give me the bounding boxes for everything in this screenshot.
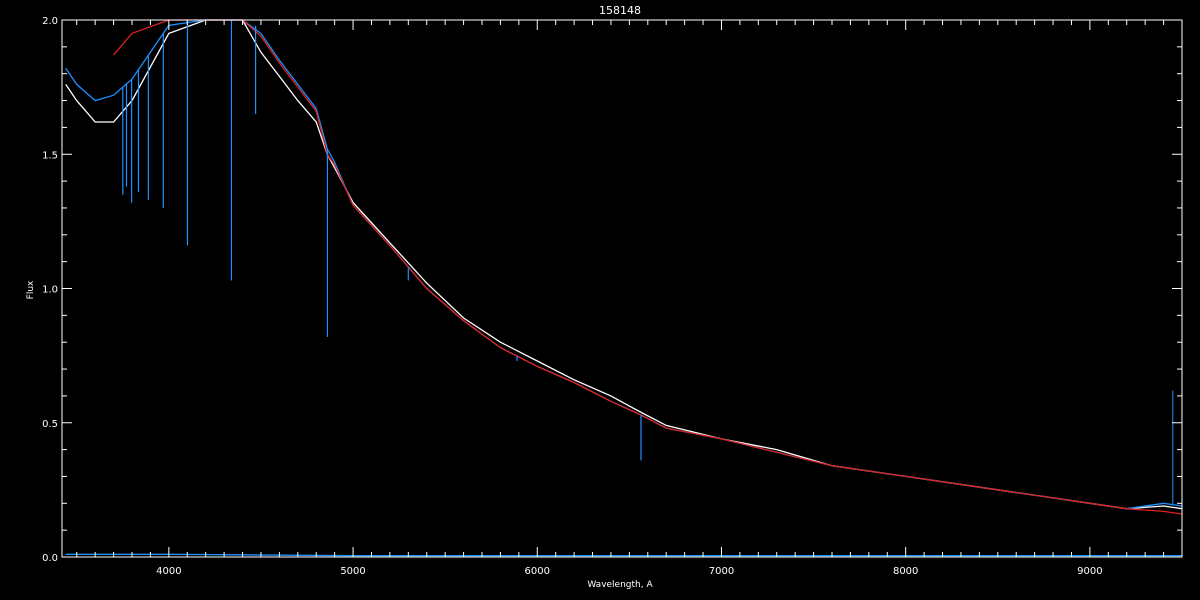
series-layer — [65, 19, 1183, 557]
series-line-1 — [65, 19, 1183, 510]
x-tick-label: 6000 — [525, 566, 550, 577]
y-axis-label: Flux — [26, 280, 36, 299]
x-tick-label: 7000 — [709, 566, 734, 577]
axes-layer: 4000 5000 6000 7000 8000 9000 0.0 0.5 1.0 1.5 2.0 — [42, 16, 1183, 577]
series-line-2 — [113, 19, 1183, 515]
x-tick-label: 8000 — [893, 566, 918, 577]
y-tick-label: 0.5 — [42, 419, 58, 430]
x-tick-label: 5000 — [340, 566, 365, 577]
series-line-3 — [65, 553, 1182, 557]
x-axis-label: Wavelength, A — [587, 580, 653, 590]
spectrum-plot: 158148 Wavelength, A Flux 4000 5000 6000 70… — [26, 4, 1183, 590]
y-tick-label: 0.0 — [42, 553, 58, 564]
chart-title: 158148 — [599, 4, 641, 17]
y-tick-label: 1.0 — [42, 285, 58, 296]
y-tick-label: 1.5 — [42, 150, 58, 161]
y-tick-label: 2.0 — [42, 16, 58, 27]
x-tick-label: 9000 — [1077, 566, 1102, 577]
plot-frame — [61, 19, 1183, 558]
x-tick-label: 4000 — [156, 566, 181, 577]
series-line-0 — [65, 19, 1183, 510]
